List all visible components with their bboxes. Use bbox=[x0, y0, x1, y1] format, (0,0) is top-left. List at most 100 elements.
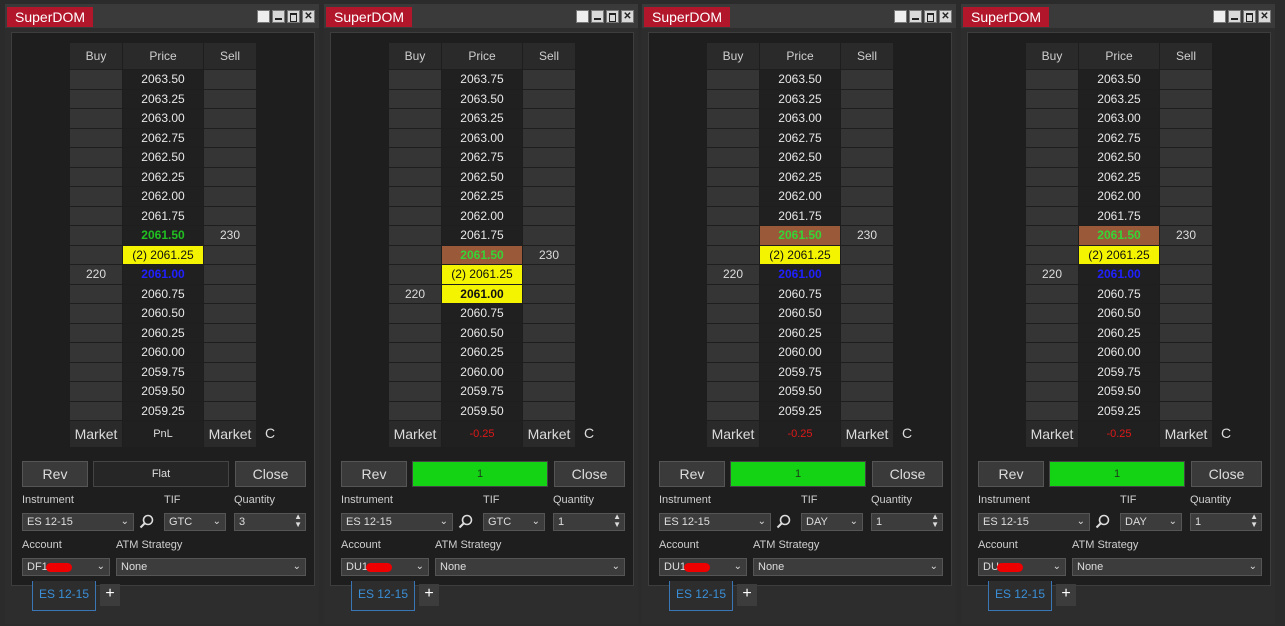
sell-cell[interactable] bbox=[840, 69, 894, 90]
buy-cell[interactable]: 220 bbox=[1025, 264, 1079, 285]
close-window-button[interactable]: ✕ bbox=[621, 10, 634, 23]
instrument-select[interactable]: ES 12-15 ⌄ bbox=[978, 513, 1090, 531]
maximize-button[interactable] bbox=[606, 10, 619, 23]
buy-cell[interactable] bbox=[388, 244, 442, 265]
tif-select[interactable]: GTC ⌄ bbox=[164, 513, 226, 531]
cancel-all-button[interactable]: C bbox=[265, 425, 275, 441]
tif-select[interactable]: GTC ⌄ bbox=[483, 513, 545, 531]
buy-cell[interactable] bbox=[1025, 303, 1079, 324]
price-cell[interactable]: (2) 2061.25 bbox=[759, 244, 841, 265]
sell-cell[interactable] bbox=[203, 264, 257, 285]
buy-cell[interactable] bbox=[388, 361, 442, 382]
price-cell[interactable]: 2060.50 bbox=[122, 303, 204, 324]
add-tab-button[interactable]: + bbox=[100, 584, 120, 606]
price-cell[interactable]: 2060.00 bbox=[122, 342, 204, 363]
sell-cell[interactable] bbox=[1159, 283, 1213, 304]
buy-cell[interactable] bbox=[388, 186, 442, 207]
tif-select[interactable]: DAY ⌄ bbox=[801, 513, 863, 531]
price-cell[interactable]: 2063.50 bbox=[759, 69, 841, 90]
atm-strategy-select[interactable]: None ⌄ bbox=[435, 558, 625, 576]
price-cell[interactable]: 2062.25 bbox=[1078, 166, 1160, 187]
buy-cell[interactable] bbox=[706, 166, 760, 187]
sell-cell[interactable] bbox=[840, 283, 894, 304]
buy-cell[interactable] bbox=[706, 205, 760, 226]
price-cell[interactable]: 2063.25 bbox=[441, 108, 523, 129]
stepper-arrows-icon[interactable]: ▲ ▼ bbox=[613, 513, 621, 529]
buy-cell[interactable] bbox=[1025, 166, 1079, 187]
price-cell[interactable]: 2059.75 bbox=[759, 361, 841, 382]
sell-cell[interactable]: 230 bbox=[1159, 225, 1213, 246]
buy-cell[interactable]: 220 bbox=[69, 264, 123, 285]
sell-cell[interactable] bbox=[1159, 108, 1213, 129]
sell-cell[interactable] bbox=[203, 342, 257, 363]
price-cell[interactable]: 2060.50 bbox=[441, 322, 523, 343]
sell-cell[interactable] bbox=[522, 342, 576, 363]
close-position-button[interactable]: Close bbox=[235, 461, 306, 487]
buy-cell[interactable] bbox=[706, 361, 760, 382]
maximize-button[interactable] bbox=[1243, 10, 1256, 23]
quantity-stepper[interactable]: 1 ▲ ▼ bbox=[1190, 513, 1262, 531]
buy-cell[interactable] bbox=[1025, 322, 1079, 343]
sell-cell[interactable]: 230 bbox=[840, 225, 894, 246]
restore-window-button[interactable] bbox=[1213, 10, 1226, 23]
buy-cell[interactable] bbox=[1025, 361, 1079, 382]
buy-cell[interactable] bbox=[69, 361, 123, 382]
quantity-stepper[interactable]: 1 ▲ ▼ bbox=[871, 513, 943, 531]
price-cell[interactable]: 2062.50 bbox=[1078, 147, 1160, 168]
sell-cell[interactable] bbox=[203, 147, 257, 168]
close-position-button[interactable]: Close bbox=[872, 461, 943, 487]
buy-cell[interactable] bbox=[388, 166, 442, 187]
sell-cell[interactable] bbox=[522, 108, 576, 129]
sell-cell[interactable] bbox=[840, 127, 894, 148]
price-cell[interactable]: 2060.75 bbox=[759, 283, 841, 304]
buy-cell[interactable] bbox=[706, 69, 760, 90]
price-cell[interactable]: 2059.25 bbox=[1078, 400, 1160, 421]
sell-market-button[interactable]: Market bbox=[1159, 420, 1213, 448]
price-cell[interactable]: 2060.50 bbox=[1078, 303, 1160, 324]
price-cell[interactable]: 2060.75 bbox=[1078, 283, 1160, 304]
sell-cell[interactable] bbox=[1159, 381, 1213, 402]
sell-cell[interactable] bbox=[203, 166, 257, 187]
sell-cell[interactable] bbox=[1159, 342, 1213, 363]
sell-cell[interactable] bbox=[840, 264, 894, 285]
quantity-stepper[interactable]: 3 ▲ ▼ bbox=[234, 513, 306, 531]
price-cell[interactable]: 2061.50 bbox=[759, 225, 841, 246]
buy-cell[interactable] bbox=[388, 264, 442, 285]
sell-cell[interactable] bbox=[840, 244, 894, 265]
sell-cell[interactable] bbox=[522, 166, 576, 187]
sell-cell[interactable] bbox=[840, 147, 894, 168]
sell-cell[interactable] bbox=[1159, 400, 1213, 421]
sell-cell[interactable] bbox=[203, 244, 257, 265]
restore-window-button[interactable] bbox=[894, 10, 907, 23]
price-cell[interactable]: 2061.75 bbox=[1078, 205, 1160, 226]
price-cell[interactable]: 2062.75 bbox=[441, 147, 523, 168]
buy-cell[interactable] bbox=[388, 381, 442, 402]
price-cell[interactable]: 2060.25 bbox=[441, 342, 523, 363]
buy-cell[interactable] bbox=[1025, 400, 1079, 421]
buy-market-button[interactable]: Market bbox=[706, 420, 760, 448]
price-cell[interactable]: 2063.25 bbox=[1078, 88, 1160, 109]
instrument-tab[interactable]: ES 12-15 bbox=[988, 581, 1052, 611]
buy-cell[interactable] bbox=[1025, 283, 1079, 304]
price-cell[interactable]: 2059.75 bbox=[122, 361, 204, 382]
price-cell[interactable]: 2060.25 bbox=[1078, 322, 1160, 343]
buy-cell[interactable] bbox=[388, 225, 442, 246]
minimize-button[interactable] bbox=[591, 10, 604, 23]
buy-cell[interactable] bbox=[69, 225, 123, 246]
buy-market-button[interactable]: Market bbox=[1025, 420, 1079, 448]
restore-window-button[interactable] bbox=[257, 10, 270, 23]
sell-cell[interactable] bbox=[522, 88, 576, 109]
sell-cell[interactable] bbox=[203, 283, 257, 304]
buy-cell[interactable] bbox=[706, 400, 760, 421]
cancel-all-button[interactable]: C bbox=[902, 425, 912, 441]
price-cell[interactable]: (2) 2061.25 bbox=[441, 264, 523, 285]
buy-cell[interactable] bbox=[69, 127, 123, 148]
price-cell[interactable]: 2062.00 bbox=[759, 186, 841, 207]
buy-cell[interactable] bbox=[1025, 147, 1079, 168]
atm-strategy-select[interactable]: None ⌄ bbox=[1072, 558, 1262, 576]
buy-cell[interactable] bbox=[1025, 225, 1079, 246]
sell-cell[interactable] bbox=[203, 88, 257, 109]
price-cell[interactable]: 2061.00 bbox=[122, 264, 204, 285]
instrument-tab[interactable]: ES 12-15 bbox=[32, 581, 96, 611]
buy-cell[interactable] bbox=[388, 88, 442, 109]
